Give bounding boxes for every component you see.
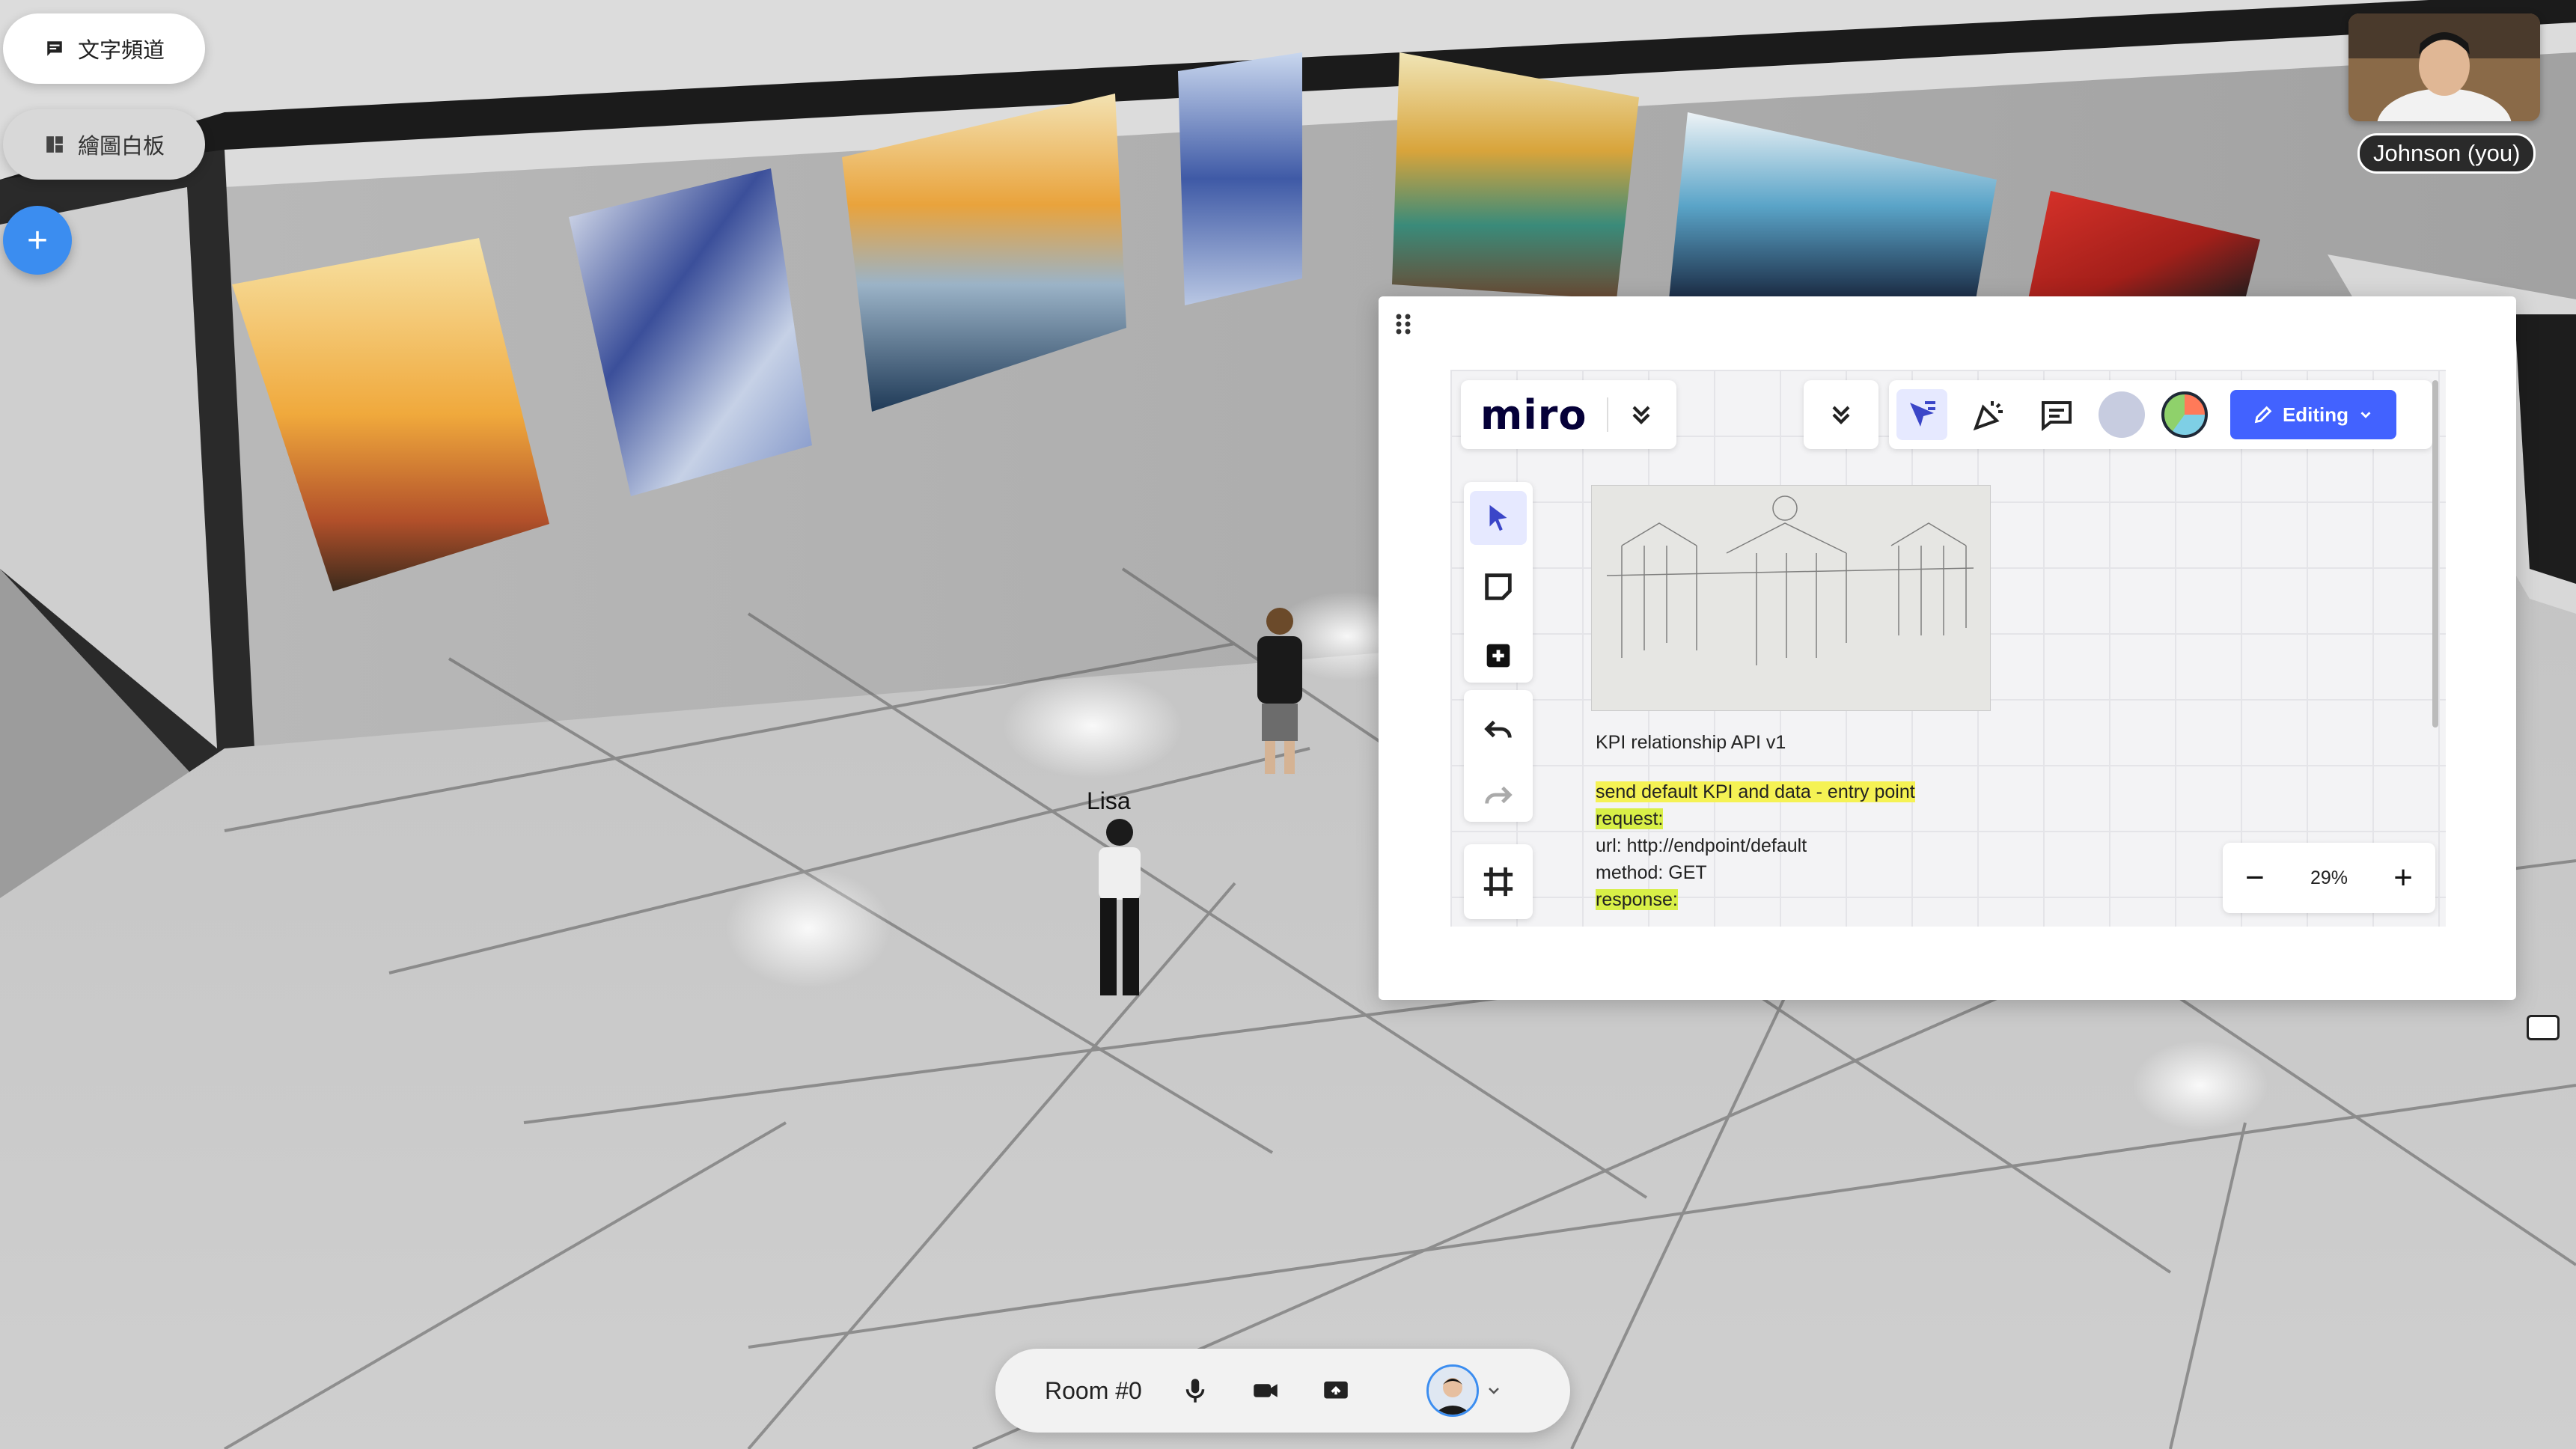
- redo-icon: [1485, 786, 1513, 804]
- editing-label: Editing: [2282, 403, 2349, 426]
- note-line-request: request:: [1596, 808, 1664, 829]
- frames-toolbar: [1464, 844, 1533, 919]
- party-popper-icon: [1973, 401, 2003, 431]
- frames-button[interactable]: [1470, 853, 1527, 910]
- note-line-response: response:: [1596, 889, 1678, 910]
- zoom-level: 29%: [2310, 867, 2348, 888]
- self-name-tag: Johnson (you): [2357, 133, 2536, 174]
- celebrate-button[interactable]: [1964, 389, 2015, 440]
- chevron-double-down-icon: [1832, 406, 1850, 424]
- collaboration-toolbar: Editing: [1889, 380, 2432, 449]
- avatar-name-lisa: Lisa: [1087, 787, 1131, 814]
- reactions-button[interactable]: [1896, 389, 1947, 440]
- note-title: KPI relationship API v1: [1596, 732, 1786, 753]
- note-line-entry-point: send default KPI and data - entry point: [1596, 781, 1915, 802]
- undo-button[interactable]: [1470, 702, 1527, 756]
- api-notes-text[interactable]: KPI relationship API v1 send default KPI…: [1596, 729, 1915, 913]
- chevron-down-icon[interactable]: [1485, 1382, 1503, 1400]
- user-avatar[interactable]: [1426, 1364, 1479, 1417]
- painting-4: [1178, 52, 1302, 305]
- chevron-down-icon: [2360, 412, 2371, 418]
- miro-board-canvas[interactable]: miro Editing KPI relationship API v1 sen…: [1450, 370, 2446, 927]
- cursor-flag-icon: [1910, 401, 1935, 427]
- zoom-out-button[interactable]: −: [2245, 861, 2265, 894]
- history-toolbar: [1464, 690, 1533, 822]
- redo-button[interactable]: [1470, 768, 1527, 822]
- chat-channel-label: 文字頻道: [78, 39, 165, 63]
- zoom-controls: − 29% +: [2223, 843, 2435, 913]
- select-tool-button[interactable]: [1470, 491, 1527, 545]
- microphone-icon[interactable]: [1179, 1375, 1211, 1406]
- more-tools-button[interactable]: [1470, 629, 1527, 683]
- zoom-in-button[interactable]: +: [2393, 861, 2413, 894]
- chat-channel-button[interactable]: 文字頻道: [3, 13, 205, 84]
- pencil-icon: [2254, 406, 2272, 424]
- add-button[interactable]: +: [3, 206, 72, 275]
- note-line-url: url: http://endpoint/default: [1596, 835, 1807, 856]
- room-control-bar: Room #0: [995, 1349, 1570, 1433]
- board-owner-avatar[interactable]: [2161, 391, 2208, 438]
- cursor-icon: [1489, 504, 1507, 531]
- screen-share-icon[interactable]: [1320, 1375, 1352, 1406]
- note-line-method: method: GET: [1596, 862, 1707, 883]
- undo-icon: [1484, 720, 1512, 738]
- creation-toolbar: [1464, 482, 1533, 683]
- sticky-note-icon: [1485, 573, 1512, 600]
- chat-icon: [47, 41, 62, 56]
- room-name: Room #0: [1045, 1376, 1142, 1404]
- board-icon: [46, 136, 63, 153]
- editing-mode-button[interactable]: Editing: [2230, 390, 2396, 439]
- board-menu-button[interactable]: [1804, 380, 1878, 449]
- miro-whiteboard-panel: miro Editing KPI relationship API v1 sen…: [1379, 296, 2516, 1000]
- comment-icon: [2042, 401, 2072, 432]
- picture-in-picture-icon[interactable]: [2527, 1015, 2560, 1040]
- miro-logo-card: miro: [1461, 380, 1676, 449]
- camera-icon[interactable]: [1250, 1375, 1281, 1406]
- self-video-feed: [2348, 13, 2540, 121]
- comments-button[interactable]: [2031, 389, 2082, 440]
- frame-icon: [1483, 867, 1513, 897]
- sketch-image[interactable]: [1591, 485, 1991, 711]
- whiteboard-button[interactable]: 繪圖白板: [3, 109, 205, 180]
- chevron-double-down-icon[interactable]: [1626, 400, 1656, 430]
- drag-handle-icon[interactable]: [1395, 313, 1411, 335]
- sticky-note-button[interactable]: [1470, 560, 1527, 614]
- collaborator-avatar[interactable]: [2099, 391, 2145, 438]
- miro-logo: miro: [1480, 391, 1587, 439]
- plus-square-icon: [1486, 644, 1510, 668]
- whiteboard-label: 繪圖白板: [78, 135, 165, 159]
- vertical-scrollbar[interactable]: [2432, 380, 2438, 727]
